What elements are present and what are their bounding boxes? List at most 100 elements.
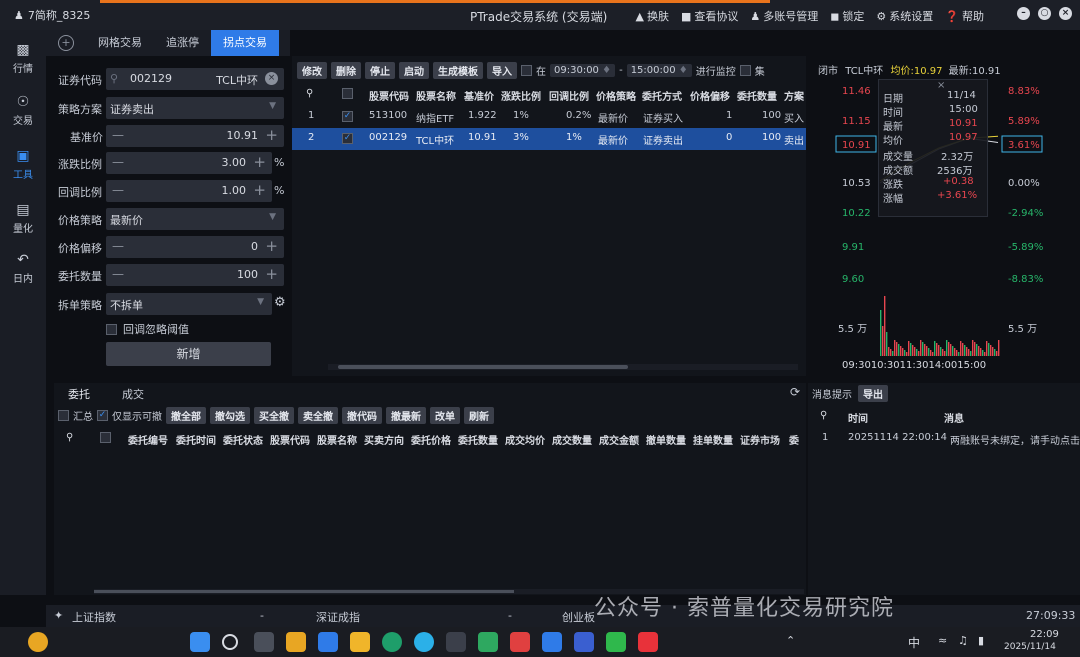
col-header[interactable]: 买卖方向 (364, 432, 404, 447)
stop-button[interactable]: 停止 (365, 62, 395, 79)
nav-item-market[interactable]: ▩ 行情 (0, 42, 46, 75)
tab-inflection-trade[interactable]: 拐点交易 (211, 30, 279, 56)
tab-limit-up[interactable]: 追涨停 (154, 30, 211, 56)
minus-icon[interactable]: — (112, 155, 124, 169)
cancel-all-buy-button[interactable]: 买全撤 (254, 407, 294, 424)
base-price-stepper[interactable]: — 10.91 + (106, 125, 284, 147)
col-header[interactable]: 价格偏移 (690, 88, 730, 103)
col-header[interactable]: 时间 (848, 410, 868, 425)
col-header[interactable]: 证券市场 (740, 432, 780, 447)
cancel-all-button[interactable]: 撤全部 (166, 407, 206, 424)
import-button[interactable]: 导入 (487, 62, 517, 79)
price-offset-stepper[interactable]: — 0 + (106, 236, 284, 258)
collect-checkbox[interactable] (739, 65, 751, 76)
nav-item-trade[interactable]: ☉ 交易 (0, 94, 46, 127)
edit-button[interactable]: 修改 (297, 62, 327, 79)
search-icon[interactable] (222, 634, 238, 650)
folder-icon[interactable] (350, 632, 370, 652)
cancel-all-sell-button[interactable]: 卖全撤 (298, 407, 338, 424)
refresh-button[interactable]: 刷新 (464, 407, 494, 424)
windows-start-icon[interactable] (190, 632, 210, 652)
pin-icon[interactable]: ✦ (54, 609, 63, 622)
battery-icon[interactable]: ▮ (978, 634, 984, 647)
edge-icon[interactable] (414, 632, 434, 652)
col-header[interactable]: 消息 (944, 410, 964, 425)
col-header[interactable]: 委托时间 (176, 432, 216, 447)
app-icon-1[interactable] (286, 632, 306, 652)
quantity-stepper[interactable]: — 100 + (106, 264, 284, 286)
clock-date[interactable]: 2025/11/14 (1004, 642, 1056, 652)
col-header[interactable]: 股票代码 (270, 432, 310, 447)
wechat-icon[interactable] (606, 632, 626, 652)
cancel-code-button[interactable]: 撤代码 (342, 407, 382, 424)
menu-multi-account[interactable]: ♟ 多账号管理 (750, 8, 818, 24)
retrace-ratio-stepper[interactable]: — 1.00 + (106, 180, 272, 202)
cancel-latest-button[interactable]: 撤最新 (386, 407, 426, 424)
menu-lock[interactable]: ◼ 锁定 (830, 8, 864, 24)
minimize-icon[interactable]: – (1017, 7, 1030, 20)
nav-item-quant[interactable]: ▤ 量化 (0, 202, 46, 235)
nav-item-tools[interactable]: ▣ 工具 (0, 148, 46, 181)
col-header[interactable]: 委托方式 (642, 88, 682, 103)
app-icon-6[interactable] (574, 632, 594, 652)
plus-icon[interactable]: + (253, 181, 266, 199)
restore-icon[interactable]: ○ (1038, 7, 1051, 20)
start-button[interactable]: 启动 (399, 62, 429, 79)
search-icon[interactable]: ⚲ (306, 88, 313, 99)
col-header[interactable]: 挂单数量 (693, 432, 733, 447)
app-icon-2[interactable] (318, 632, 338, 652)
row-checkbox[interactable]: ✓ (342, 132, 353, 144)
price-strategy-select[interactable]: 最新价 ▼ (106, 208, 284, 230)
app-icon-7[interactable] (638, 632, 658, 652)
header-checkbox[interactable] (342, 88, 353, 102)
col-header[interactable]: 价格策略 (596, 88, 636, 103)
menu-skin[interactable]: ▲ 换肤 (636, 8, 669, 24)
col-header[interactable]: 撤单数量 (646, 432, 686, 447)
generate-template-button[interactable]: 生成模板 (433, 62, 483, 79)
row-checkbox[interactable]: ✓ (342, 110, 353, 122)
close-icon[interactable]: × (1059, 7, 1072, 20)
col-header[interactable]: 涨跌比例 (501, 88, 541, 103)
col-header[interactable]: 委托编号 (128, 432, 168, 447)
col-header[interactable]: 股票代码 (369, 88, 409, 103)
add-button[interactable]: 新增 (106, 342, 271, 366)
menu-settings[interactable]: ⚙ 系统设置 (876, 8, 933, 24)
browser-icon[interactable] (382, 632, 402, 652)
col-header[interactable]: 委托状态 (223, 432, 263, 447)
strategy-select[interactable]: 证券卖出 ▼ (106, 97, 284, 119)
modify-order-button[interactable]: 改单 (430, 407, 460, 424)
plus-icon[interactable]: + (265, 126, 278, 144)
task-view-icon[interactable] (254, 632, 274, 652)
table-row[interactable]: 1 ✓ 513100 纳指ETF 1.922 1% 0.2% 最新价 证券买入 … (292, 106, 806, 128)
wifi-icon[interactable]: ≈ (938, 634, 947, 647)
col-header[interactable]: 方案 (784, 88, 804, 103)
ignore-threshold-checkbox[interactable]: 回调忽略阈值 (106, 321, 189, 337)
plus-icon[interactable]: + (253, 153, 266, 171)
search-icon[interactable]: ⚲ (66, 432, 73, 443)
split-select[interactable]: 不拆单 ▼ (106, 293, 272, 315)
minus-icon[interactable]: — (112, 267, 124, 281)
col-header[interactable]: 基准价 (464, 88, 494, 103)
menu-protocol[interactable]: ■ 查看协议 (681, 8, 738, 24)
user-account[interactable]: ♟ 7简称_8325 (0, 7, 90, 23)
app-icon-3[interactable] (446, 632, 466, 652)
horizontal-scrollbar[interactable] (328, 364, 798, 370)
gear-icon[interactable]: ⚙ (274, 295, 286, 310)
refresh-icon[interactable]: ⟳ (790, 385, 800, 399)
ime-indicator[interactable]: 中 (908, 634, 920, 651)
clock-time[interactable]: 22:09 (1030, 629, 1059, 640)
plus-icon[interactable]: + (265, 237, 278, 255)
nav-item-intraday[interactable]: ↶ 日内 (0, 252, 46, 285)
volume-icon[interactable]: ♫ (958, 634, 968, 647)
col-header[interactable]: 成交金额 (599, 432, 639, 447)
col-header[interactable]: 回调比例 (549, 88, 589, 103)
header-checkbox[interactable] (100, 432, 111, 443)
wps-icon[interactable] (510, 632, 530, 652)
scroll-thumb[interactable] (94, 590, 514, 593)
app-icon-4[interactable] (478, 632, 498, 652)
tab-orders[interactable]: 委托 (68, 386, 90, 402)
col-header[interactable]: 股票名称 (416, 88, 456, 103)
col-header[interactable]: 委托价格 (411, 432, 451, 447)
code-input[interactable]: ⚲ 002129 TCL中环 × (106, 68, 284, 90)
tab-grid-trade[interactable]: 网格交易 (86, 30, 154, 56)
